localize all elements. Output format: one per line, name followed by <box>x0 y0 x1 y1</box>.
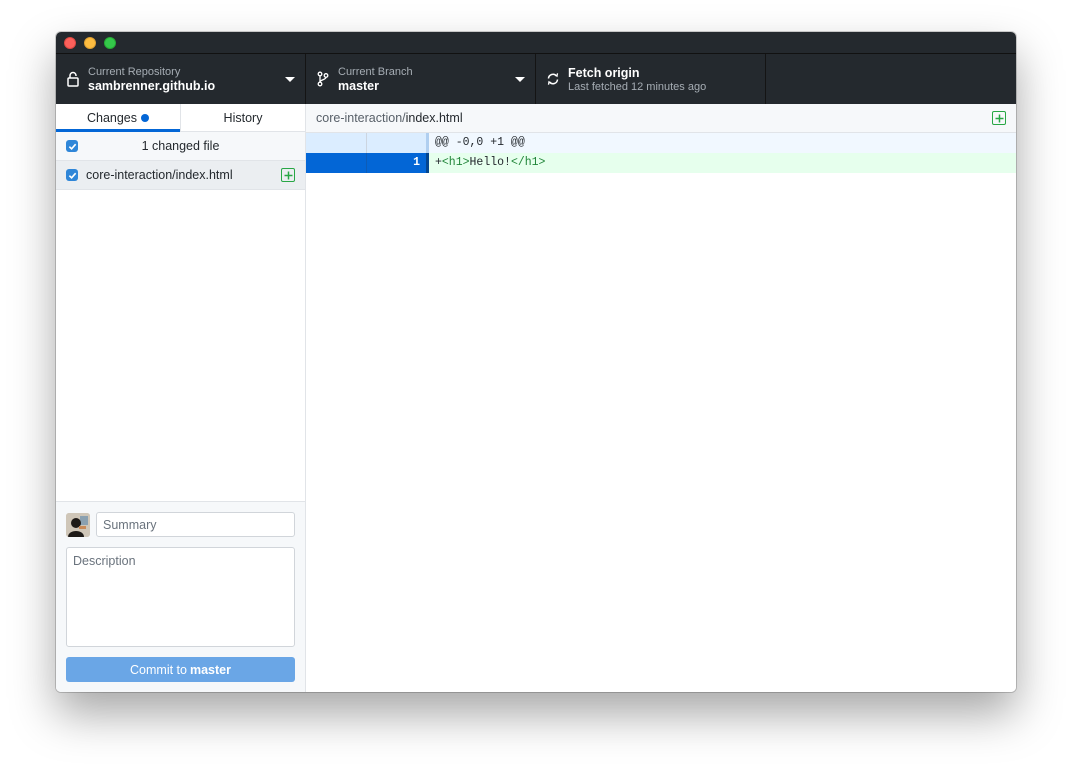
summary-input[interactable] <box>96 512 295 537</box>
commit-button[interactable]: Commit to master <box>66 657 295 682</box>
last-fetched-text: Last fetched 12 minutes ago <box>568 81 707 93</box>
lock-icon <box>67 71 79 87</box>
toolbar: Current Repository sambrenner.github.io … <box>56 54 1016 104</box>
file-include-checkbox[interactable] <box>66 169 78 181</box>
html-close-tag: </h1> <box>510 156 546 169</box>
description-input[interactable] <box>66 547 295 647</box>
current-branch-name: master <box>338 79 379 93</box>
hunk-header-text: @@ -0,0 +1 @@ <box>429 133 1016 153</box>
diff-hunk-header[interactable]: @@ -0,0 +1 @@ <box>306 133 1016 153</box>
check-icon <box>68 172 76 179</box>
file-added-icon <box>281 168 295 182</box>
zoom-window-button[interactable] <box>104 37 116 49</box>
close-window-button[interactable] <box>64 37 76 49</box>
list-item[interactable]: core-interaction/index.html <box>56 161 305 190</box>
file-path: core-interaction/index.html <box>86 168 233 182</box>
file-added-icon <box>992 111 1006 125</box>
old-line-gutter <box>306 153 367 173</box>
new-line-number[interactable]: 1 <box>367 153 429 173</box>
current-branch-button[interactable]: Current Branch master <box>306 54 536 104</box>
app-window: Current Repository sambrenner.github.io … <box>56 32 1016 692</box>
tab-changes[interactable]: Changes <box>56 104 180 132</box>
diff-path-file: index.html <box>405 111 463 125</box>
changed-files-header: 1 changed file <box>56 132 305 161</box>
html-text: Hello! <box>469 156 511 169</box>
changed-files-count: 1 changed file <box>141 139 220 153</box>
fetch-origin-button[interactable]: Fetch origin Last fetched 12 minutes ago <box>536 54 766 104</box>
tab-history-label: History <box>223 110 263 125</box>
diff-path-directory: core-interaction/ <box>316 111 406 125</box>
tab-history[interactable]: History <box>180 104 305 131</box>
old-line-gutter <box>306 133 367 153</box>
sidebar: Changes History 1 changed file core-inte… <box>56 104 306 692</box>
sync-icon <box>547 73 559 85</box>
diff-added-line[interactable]: 1 +<h1>Hello!</h1> <box>306 153 1016 173</box>
new-line-gutter <box>367 133 429 153</box>
diff-line-prefix: + <box>435 156 442 169</box>
html-open-tag: <h1> <box>441 156 470 169</box>
branch-icon <box>317 71 329 87</box>
avatar <box>66 513 90 537</box>
minimize-window-button[interactable] <box>84 37 96 49</box>
tab-changes-label: Changes <box>86 110 138 125</box>
current-repository-label: Current Repository <box>88 66 181 78</box>
title-bar <box>56 32 1016 54</box>
check-icon <box>68 143 76 150</box>
current-repository-button[interactable]: Current Repository sambrenner.github.io <box>56 54 306 104</box>
commit-button-prefix: Commit to <box>130 662 187 677</box>
select-all-checkbox[interactable] <box>66 140 78 152</box>
diff-line-code: +<h1>Hello!</h1> <box>429 153 1016 173</box>
fetch-origin-title: Fetch origin <box>568 66 640 80</box>
changes-indicator-dot <box>141 113 150 122</box>
diff-file-path-bar: core-interaction/ index.html <box>306 104 1016 133</box>
diff-view: core-interaction/ index.html @@ -0,0 +1 … <box>306 104 1016 692</box>
caret-down-icon <box>285 77 295 82</box>
sidebar-tabs: Changes History <box>56 104 305 132</box>
current-repository-name: sambrenner.github.io <box>88 79 216 93</box>
commit-panel: Commit to master <box>56 501 305 692</box>
commit-button-branch: master <box>189 662 231 677</box>
current-branch-label: Current Branch <box>338 66 413 78</box>
caret-down-icon <box>515 77 525 82</box>
